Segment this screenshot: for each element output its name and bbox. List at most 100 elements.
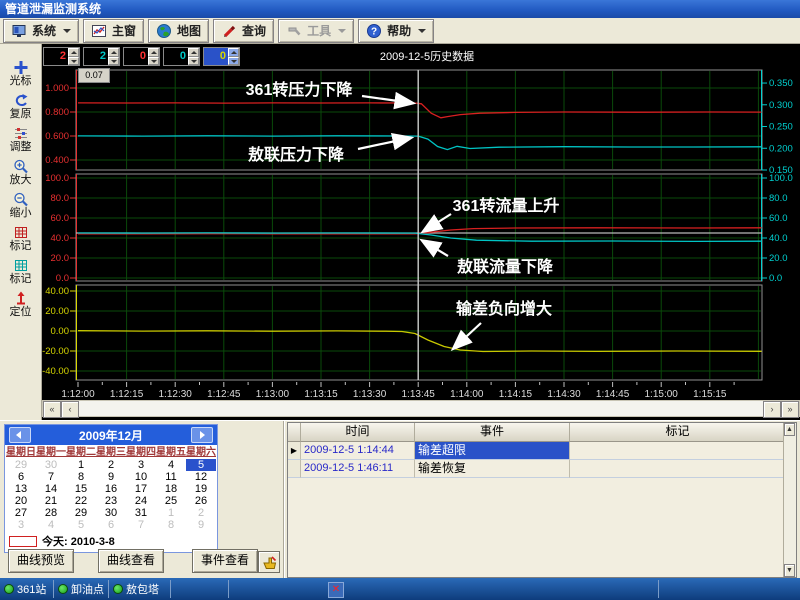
pointer-tool-button[interactable] (258, 551, 280, 573)
calendar-prev-button[interactable] (9, 427, 31, 443)
scroll-left-button[interactable]: ‹ (61, 401, 79, 418)
calendar-day[interactable]: 4 (156, 459, 186, 471)
calendar-day[interactable]: 7 (36, 471, 66, 483)
calendar-day[interactable]: 16 (96, 483, 126, 495)
scroll-down-button[interactable]: ▼ (784, 564, 795, 577)
curve-view-button[interactable]: 曲线查看 (98, 549, 165, 573)
svg-text:1:14:30: 1:14:30 (547, 389, 581, 400)
calendar-day[interactable]: 9 (96, 471, 126, 483)
sidebar-item-mark-red[interactable]: 标记 (1, 225, 41, 254)
calendar-day-selected[interactable]: 5 (186, 459, 216, 471)
calendar-day[interactable]: 17 (126, 483, 156, 495)
scroll-last-button[interactable]: » (781, 401, 799, 418)
svg-text:0.00: 0.00 (51, 326, 70, 337)
date-calendar: 2009年12月 星期日 星期一 星期二 星期三 星期四 星期五 星期六 29 30 1 2 3 4 5… (4, 424, 218, 553)
help-icon: ? (367, 23, 382, 38)
calendar-day[interactable]: 28 (36, 507, 66, 519)
chevron-down-icon (418, 28, 427, 33)
calendar-day[interactable]: 19 (186, 483, 216, 495)
svg-text:0.350: 0.350 (769, 78, 793, 89)
calendar-day[interactable]: 6 (96, 519, 126, 531)
calendar-day[interactable]: 5 (66, 519, 96, 531)
calendar-day[interactable]: 8 (156, 519, 186, 531)
events-scrollbar[interactable]: ▲ ▼ (783, 423, 796, 577)
toolbar-button-map[interactable]: 地图 (148, 18, 210, 43)
calendar-day[interactable]: 3 (6, 519, 36, 531)
curve-preview-button[interactable]: 曲线预览 (8, 549, 75, 573)
sidebar-item-label: 调整 (9, 141, 32, 153)
calendar-day[interactable]: 4 (36, 519, 66, 531)
svg-text:输差负向增大: 输差负向增大 (456, 299, 552, 318)
svg-text:1:13:00: 1:13:00 (256, 389, 290, 400)
calendar-day[interactable]: 15 (66, 483, 96, 495)
chart-scrollbar[interactable]: « ‹ › » (42, 400, 800, 418)
toolbar-button-system[interactable]: 系统 (3, 18, 80, 43)
calendar-day[interactable]: 14 (36, 483, 66, 495)
calendar-day[interactable]: 9 (186, 519, 216, 531)
event-row[interactable]: 2009-12-5 1:46:11 输差恢复 (288, 460, 796, 478)
calendar-day[interactable]: 10 (126, 471, 156, 483)
calendar-day[interactable]: 29 (6, 459, 36, 471)
calendar-weekday-label: 星期三 (96, 447, 126, 458)
sidebar-item-mark-cyan[interactable]: 标记 (1, 258, 41, 287)
calendar-day[interactable]: 1 (156, 507, 186, 519)
column-header[interactable]: 事件 (415, 423, 570, 442)
sidebar-item-zoom-out[interactable]: 缩小 (1, 192, 41, 221)
calendar-day[interactable]: 13 (6, 483, 36, 495)
calendar-day[interactable]: 23 (96, 495, 126, 507)
calendar-day[interactable]: 31 (126, 507, 156, 519)
calendar-day[interactable]: 1 (66, 459, 96, 471)
scroll-track[interactable] (79, 401, 763, 416)
calendar-day[interactable]: 30 (36, 459, 66, 471)
scroll-up-button[interactable]: ▲ (784, 423, 795, 436)
calendar-weekday-label: 星期二 (66, 447, 96, 458)
sidebar-item-restore[interactable]: 复原 (1, 93, 41, 122)
calendar-day[interactable]: 11 (156, 471, 186, 483)
svg-text:0.0: 0.0 (56, 273, 69, 284)
zoom-out-icon (13, 192, 28, 207)
calendar-day[interactable]: 21 (36, 495, 66, 507)
sidebar-item-adjust[interactable]: 调整 (1, 126, 41, 155)
calendar-day[interactable]: 7 (126, 519, 156, 531)
sidebar-item-zoom-in[interactable]: 放大 (1, 159, 41, 188)
calendar-day[interactable]: 30 (96, 507, 126, 519)
calendar-next-button[interactable] (190, 427, 213, 443)
toolbar-button-mainwindow[interactable]: 主窗 (83, 18, 145, 43)
toolbar-button-help[interactable]: ? 帮助 (358, 18, 435, 43)
calendar-day[interactable]: 6 (6, 471, 36, 483)
history-chart[interactable]: 1.000 0.800 0.600 0.400 0.350 0.300 0.250 0.200… (42, 44, 800, 400)
column-header[interactable]: 标记 (570, 423, 786, 442)
svg-text:20.0: 20.0 (769, 253, 788, 264)
svg-text:-20.00: -20.00 (42, 346, 69, 357)
column-header[interactable]: 时间 (301, 423, 415, 442)
sidebar-item-cursor[interactable]: 光标 (1, 60, 41, 89)
calendar-day[interactable]: 18 (156, 483, 186, 495)
calendar-day[interactable]: 26 (186, 495, 216, 507)
svg-text:80.0: 80.0 (51, 193, 70, 204)
status-ok-icon (58, 584, 68, 594)
calendar-day[interactable]: 2 (96, 459, 126, 471)
calendar-day[interactable]: 8 (66, 471, 96, 483)
toolbar-button-tools: 工具 (278, 18, 355, 43)
calendar-day[interactable]: 27 (6, 507, 36, 519)
scroll-right-button[interactable]: › (763, 401, 781, 418)
toolbar-button-query[interactable]: 查询 (213, 18, 275, 43)
scroll-first-button[interactable]: « (43, 401, 61, 418)
sidebar-item-locate[interactable]: 定位 (1, 291, 41, 320)
calendar-day[interactable]: 24 (126, 495, 156, 507)
event-view-button[interactable]: 事件查看 (192, 549, 259, 573)
calendar-day[interactable]: 20 (6, 495, 36, 507)
calendar-day[interactable]: 29 (66, 507, 96, 519)
column-header[interactable] (288, 423, 301, 442)
calendar-day[interactable]: 22 (66, 495, 96, 507)
svg-text:0.0: 0.0 (769, 273, 782, 284)
calendar-day[interactable]: 2 (186, 507, 216, 519)
event-row[interactable]: ▶ 2009-12-5 1:14:44 输差超限 (288, 442, 796, 460)
toolbar-button-label: 地图 (177, 24, 202, 38)
svg-text:敖联压力下降: 敖联压力下降 (248, 145, 345, 164)
calendar-day[interactable]: 12 (186, 471, 216, 483)
calendar-day[interactable]: 25 (156, 495, 186, 507)
status-divider (53, 580, 54, 598)
calendar-day[interactable]: 3 (126, 459, 156, 471)
svg-text:361转流量上升: 361转流量上升 (453, 196, 560, 215)
